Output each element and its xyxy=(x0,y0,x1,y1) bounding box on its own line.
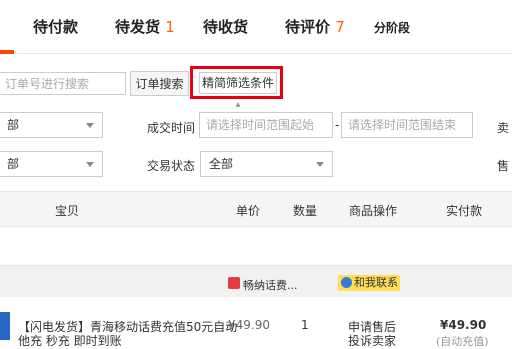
highlight-box xyxy=(190,66,283,99)
deal-time-label: 成交时间 xyxy=(147,121,196,135)
product-thumbnail[interactable] xyxy=(0,312,10,340)
aftersale-label: 售 xyxy=(497,159,510,173)
chevron-down-icon xyxy=(86,123,94,128)
complain-seller-link[interactable]: 投诉卖家 xyxy=(348,332,396,349)
filter-select-1[interactable]: 部 xyxy=(0,112,103,138)
paid-note: (自动充值) xyxy=(436,335,489,348)
shop-name-link[interactable]: 畅纳话费... xyxy=(243,277,298,293)
range-separator: - xyxy=(335,118,340,132)
col-price: 单价 xyxy=(236,204,261,218)
filter-select-2[interactable]: 部 xyxy=(0,151,103,177)
quantity: 1 xyxy=(301,318,309,332)
trade-status-label: 交易状态 xyxy=(147,159,196,173)
col-qty: 数量 xyxy=(293,204,318,218)
col-ops: 商品操作 xyxy=(349,204,398,218)
seller-label: 卖 xyxy=(497,121,510,135)
chat-icon xyxy=(341,277,352,288)
trade-status-select[interactable]: 全部 xyxy=(200,151,333,177)
col-paid: 实付款 xyxy=(446,204,483,218)
chevron-down-icon xyxy=(86,162,94,167)
deal-time-start-input[interactable]: 请选择时间范围起始 xyxy=(199,112,333,138)
tab-staged[interactable]: 分阶段 xyxy=(374,19,410,36)
pending-shipment-count: 1 xyxy=(165,18,175,36)
deal-time-end-input[interactable]: 请选择时间范围结束 xyxy=(341,112,473,138)
unit-price: ¥49.90 xyxy=(228,318,270,332)
product-title-line2[interactable]: 他充 秒充 即时到账 xyxy=(18,332,122,349)
order-search-input[interactable]: 订单号进行搜索 xyxy=(0,72,126,95)
paid-amount: ¥49.90 xyxy=(440,318,487,332)
tab-pending-receipt[interactable]: 待收货 xyxy=(203,16,248,37)
chevron-down-icon xyxy=(316,162,324,167)
tab-pending-review[interactable]: 待评价 7 xyxy=(285,16,345,37)
tab-pending-payment[interactable]: 待付款 xyxy=(33,16,78,37)
active-tab-indicator xyxy=(0,50,14,54)
col-item: 宝贝 xyxy=(55,204,80,218)
order-search-button[interactable]: 订单搜索 xyxy=(130,71,189,96)
pending-review-count: 7 xyxy=(335,18,345,36)
tab-pending-shipment[interactable]: 待发货 1 xyxy=(115,16,175,37)
shop-icon xyxy=(228,277,240,289)
